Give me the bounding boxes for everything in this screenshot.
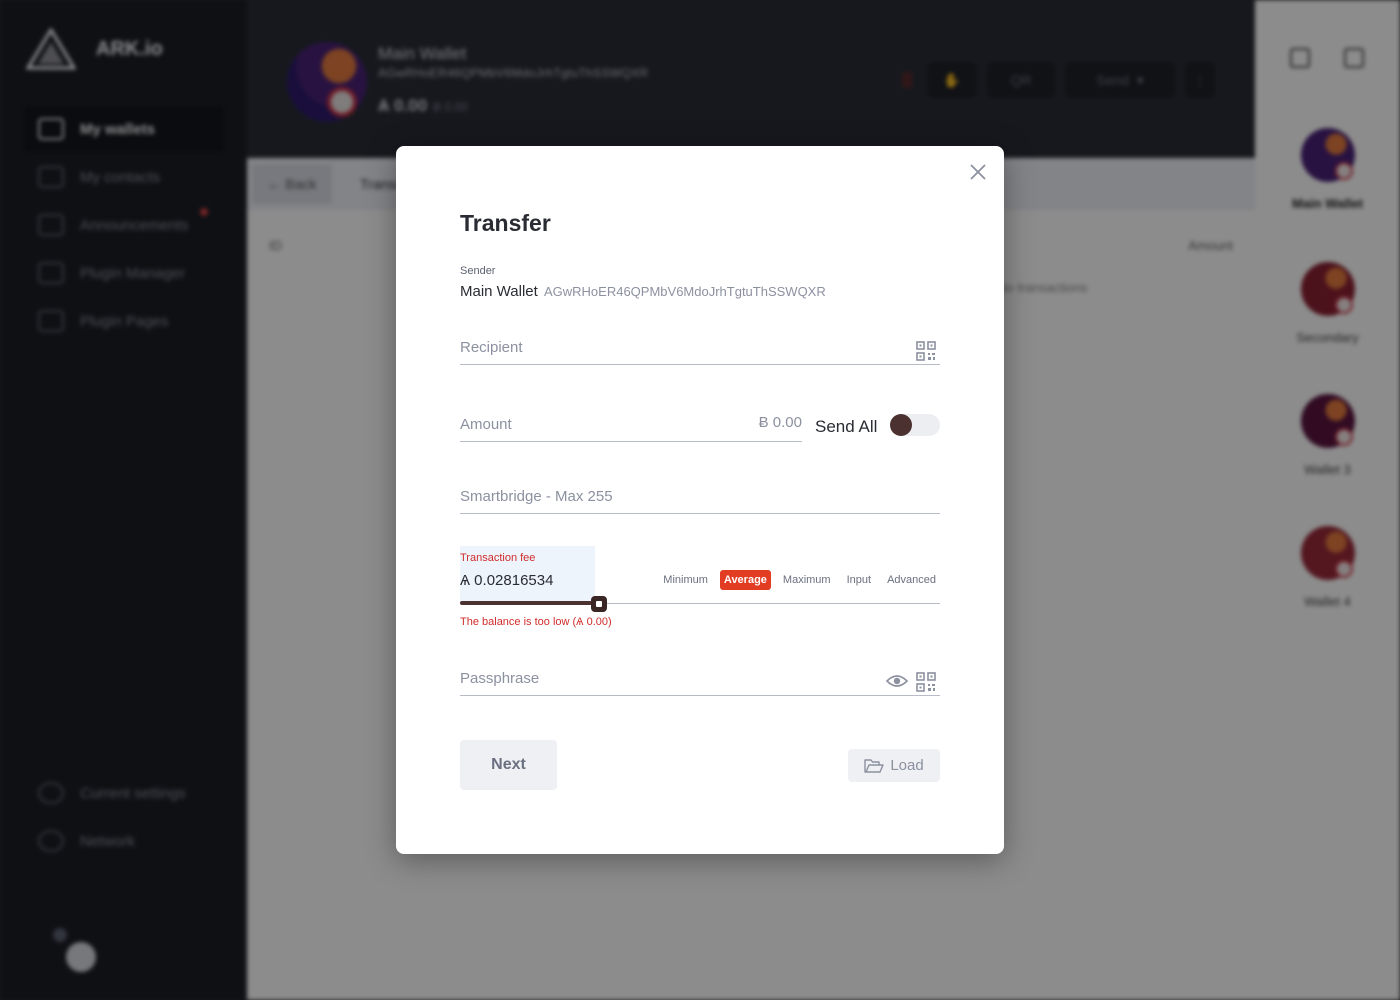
fee-value[interactable]: Ѧ 0.02816534 bbox=[460, 572, 553, 589]
sender-label: Sender bbox=[460, 265, 496, 277]
fee-option-input[interactable]: Input bbox=[843, 570, 875, 590]
sender-value: Main Wallet AGwRHoER46QPMbV6MdoJrhTgtuTh… bbox=[460, 283, 826, 300]
fee-option-minimum[interactable]: Minimum bbox=[659, 570, 712, 590]
fee-label: Transaction fee bbox=[460, 552, 536, 564]
smartbridge-field[interactable]: Smartbridge - Max 255 bbox=[460, 479, 940, 514]
sender-address: AGwRHoER46QPMbV6MdoJrhTgtuThSSWQXR bbox=[543, 284, 826, 299]
qr-code-icon[interactable] bbox=[916, 341, 936, 361]
amount-field[interactable]: Amount Ƀ 0.00 bbox=[460, 407, 802, 442]
fee-slider-fill bbox=[460, 601, 599, 605]
next-button[interactable]: Next bbox=[460, 740, 557, 790]
load-button[interactable]: Load bbox=[848, 749, 940, 782]
fee-error-message: The balance is too low (Ѧ 0.00) bbox=[460, 616, 612, 628]
fee-slider-thumb[interactable] bbox=[591, 596, 607, 612]
folder-open-icon bbox=[864, 758, 885, 773]
load-button-label: Load bbox=[890, 757, 924, 774]
amount-placeholder: Amount bbox=[460, 416, 512, 433]
toggle-knob bbox=[890, 414, 912, 436]
qr-code-icon[interactable] bbox=[916, 672, 936, 692]
close-button[interactable] bbox=[968, 162, 988, 182]
sender-wallet-name: Main Wallet bbox=[460, 283, 538, 300]
fee-option-maximum[interactable]: Maximum bbox=[779, 570, 835, 590]
fee-option-average[interactable]: Average bbox=[719, 570, 771, 590]
send-all-toggle[interactable] bbox=[890, 414, 940, 436]
transfer-modal: Transfer Sender Main Wallet AGwRHoER46QP… bbox=[396, 146, 1004, 854]
close-icon bbox=[970, 164, 986, 180]
recipient-placeholder: Recipient bbox=[460, 339, 523, 356]
eye-icon[interactable] bbox=[886, 673, 908, 689]
passphrase-field[interactable]: Passphrase bbox=[460, 661, 940, 696]
send-all-label: Send All bbox=[815, 417, 878, 436]
passphrase-placeholder: Passphrase bbox=[460, 670, 540, 687]
modal-title: Transfer bbox=[460, 210, 551, 236]
fee-option-advanced[interactable]: Advanced bbox=[883, 570, 940, 590]
recipient-field[interactable]: Recipient bbox=[460, 330, 940, 365]
amount-currency-value: Ƀ 0.00 bbox=[758, 414, 802, 431]
smartbridge-placeholder: Smartbridge - Max 255 bbox=[460, 488, 613, 505]
fee-options: Minimum Average Maximum Input Advanced bbox=[659, 570, 940, 590]
